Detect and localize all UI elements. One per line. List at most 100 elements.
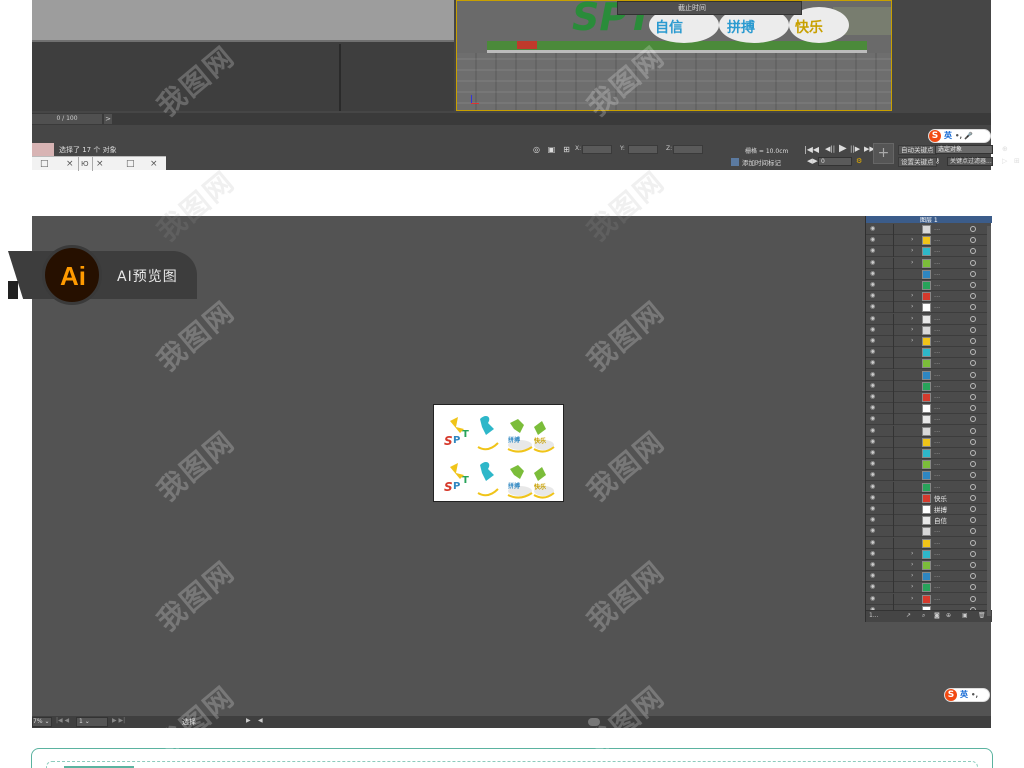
layer-name[interactable]: ... [934,414,940,422]
zoom-field[interactable]: 7% ⌄ [32,717,52,727]
layer-row[interactable]: ◉ ›... [866,582,988,594]
layer-name[interactable]: ... [934,246,940,254]
lock-column[interactable] [893,403,894,415]
y-coord-field[interactable] [628,145,658,154]
set-key-big-button[interactable]: + [873,143,894,164]
expand-arrow-icon[interactable]: › [911,247,913,254]
layer-row[interactable]: ◉... [866,436,988,448]
time-slider-next-button[interactable]: > [104,114,112,124]
nav-zoom-icon[interactable]: ⊞ [1014,157,1020,165]
lock-column[interactable] [893,504,894,515]
visibility-eye-icon[interactable]: ◉ [870,550,875,557]
layer-name[interactable]: ... [934,426,940,434]
layer-name[interactable]: 图层 1 [920,215,938,224]
layer-name[interactable]: ... [934,370,940,378]
lock-column[interactable] [893,448,894,459]
lock-column[interactable] [893,324,894,336]
clipping-mask-icon[interactable]: ◙ [934,612,940,619]
layer-row[interactable]: ◉... [866,369,988,381]
lock-column[interactable] [893,470,894,482]
expand-arrow-icon[interactable]: › [911,583,913,590]
visibility-eye-icon[interactable]: ◉ [870,236,875,243]
visibility-eye-icon[interactable]: ◉ [870,494,875,501]
visibility-eye-icon[interactable]: ◉ [870,505,875,512]
lock-column[interactable] [893,593,894,605]
target-circle-icon[interactable] [970,226,976,232]
target-circle-icon[interactable] [970,338,976,344]
ime-toolbar-ai[interactable]: S 英 •, [944,688,990,702]
layer-name[interactable]: ... [934,381,940,389]
layer-name[interactable]: ... [934,336,940,344]
target-circle-icon[interactable] [970,427,976,434]
layer-name[interactable]: ... [934,269,940,277]
layer-name[interactable]: ... [934,291,940,299]
visibility-eye-icon[interactable]: ◉ [870,583,875,590]
layer-row[interactable]: ◉... [866,347,988,359]
visibility-eye-icon[interactable]: ◉ [870,595,875,602]
visibility-eye-icon[interactable]: ◉ [870,281,875,288]
layer-row[interactable]: ◉... [866,268,988,280]
prev-frame-icon[interactable]: ◀|| [825,145,835,153]
lock-column[interactable] [893,280,894,291]
layer-row[interactable]: ◉ ›... [866,593,988,605]
target-circle-icon[interactable] [970,562,976,568]
lock-column[interactable] [893,369,894,381]
lock-column[interactable] [893,526,894,538]
layer-row[interactable]: ◉... [866,470,988,482]
expand-arrow-icon[interactable]: › [911,337,913,344]
expand-arrow-icon[interactable]: › [911,572,913,579]
locate-object-icon[interactable]: ⌕ [922,612,925,620]
nav-pan-icon[interactable]: ▷ [1002,157,1007,165]
absolute-mode-icon[interactable]: ⊞ [562,145,571,154]
layer-row[interactable]: ◉... [866,481,988,493]
layer-name[interactable]: ... [934,314,940,322]
lock-column[interactable] [893,358,894,370]
context-menu[interactable]: 截止时间 [617,1,802,15]
target-circle-icon[interactable] [970,371,976,378]
layer-name[interactable]: 自信 [934,515,947,525]
target-circle-icon[interactable] [970,349,976,356]
layer-row[interactable]: ◉... [866,526,988,538]
visibility-eye-icon[interactable]: ◉ [870,527,875,534]
key-mode-icon[interactable]: ◀▶ [807,157,818,165]
layer-name[interactable]: ... [934,280,940,288]
lock-column[interactable] [893,257,894,269]
layer-row[interactable]: ◉... [866,448,988,459]
lock-column[interactable] [893,302,894,314]
target-circle-icon[interactable] [970,584,976,591]
layer-row[interactable]: ◉ ›... [866,302,988,314]
visibility-eye-icon[interactable]: ◉ [870,247,875,254]
expand-arrow-icon[interactable]: › [911,236,913,243]
lock-column[interactable] [893,291,894,303]
target-circle-icon[interactable] [970,237,976,244]
layer-name[interactable]: ... [934,571,940,579]
ime-punct-icon[interactable]: •, [955,132,962,140]
visibility-eye-icon[interactable]: ◉ [870,303,875,310]
target-circle-icon[interactable] [970,472,976,479]
target-circle-icon[interactable] [970,416,976,423]
visibility-eye-icon[interactable]: ◉ [870,393,875,400]
maxscript-listener[interactable] [32,143,54,156]
layer-name[interactable]: ... [934,302,940,310]
current-frame-field[interactable]: 0 [818,157,852,166]
target-circle-icon[interactable] [970,573,976,580]
lock-column[interactable] [893,313,894,325]
perspective-viewport[interactable]: SPT 自信 拼搏 快乐 截止时间 [456,0,892,111]
new-layer-icon[interactable]: ▣ [962,612,968,619]
lock-column[interactable] [893,436,894,448]
target-circle-icon[interactable] [970,293,976,300]
target-circle-icon[interactable] [970,315,976,322]
layer-row[interactable]: ◉ ›... [866,571,988,583]
next-frame-icon[interactable]: ||▶ [850,145,860,153]
target-circle-icon[interactable] [970,382,976,389]
layer-name[interactable]: 拼搏 [934,504,947,514]
delete-layer-icon[interactable]: 🗑 [978,612,986,619]
time-slider[interactable]: 0 / 100 [32,114,102,124]
target-circle-icon[interactable] [970,483,976,490]
visibility-eye-icon[interactable]: ◉ [870,516,875,523]
target-circle-icon[interactable] [970,394,976,400]
scroll-left-icon[interactable]: ◀ [258,717,263,724]
artboard-number-field[interactable]: 1 ⌄ [76,717,108,727]
layer-row[interactable]: ◉ ›... [866,548,988,560]
context-menu-item[interactable]: 截止时间 [678,3,706,13]
